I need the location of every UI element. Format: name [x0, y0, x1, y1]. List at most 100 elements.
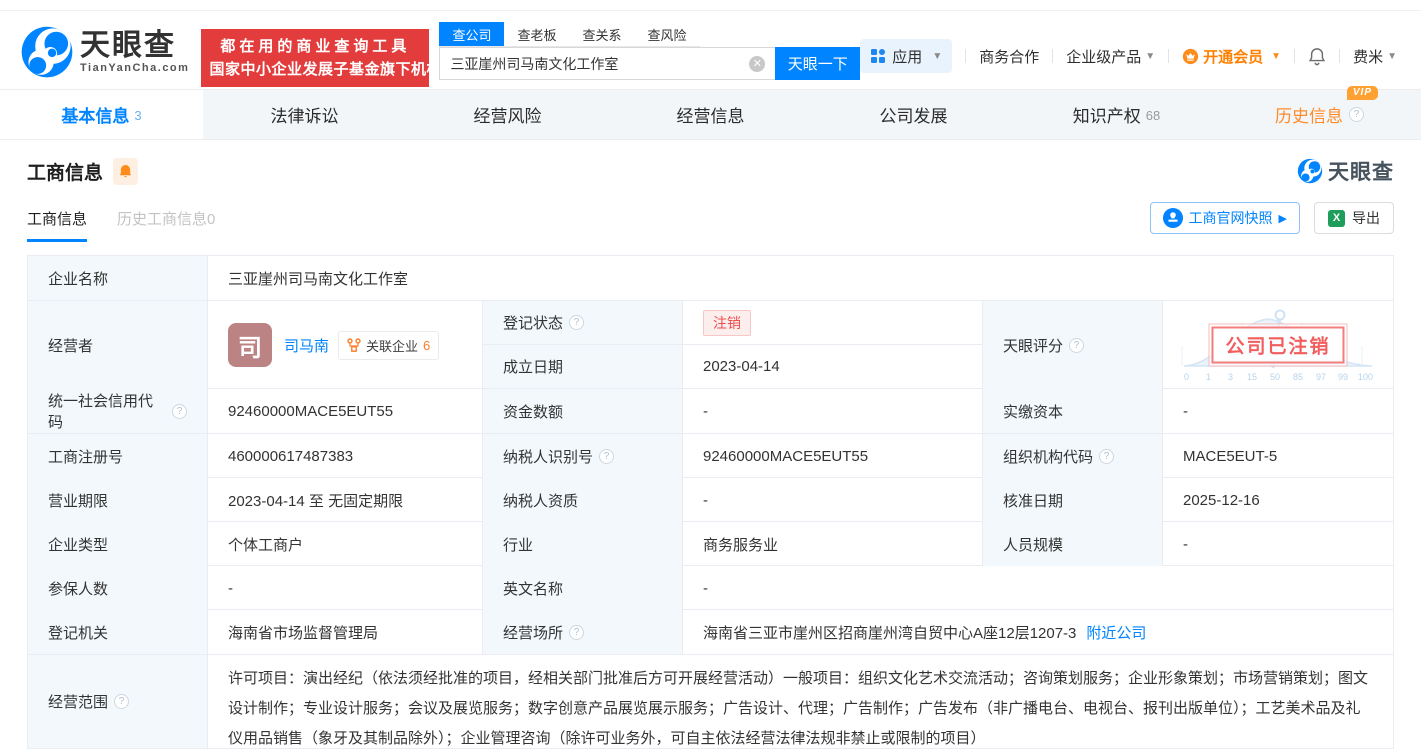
- tab-label: 经营风险: [473, 107, 542, 126]
- clear-icon[interactable]: ✕: [749, 55, 766, 72]
- label-text: 天眼评分: [1003, 337, 1064, 355]
- related-companies-badge[interactable]: 关联企业 6: [338, 330, 440, 360]
- operator-name-link[interactable]: 司马南: [284, 335, 329, 356]
- search-tab-relation[interactable]: 查关系: [569, 22, 634, 46]
- tab-company-development[interactable]: 公司发展: [812, 90, 1015, 139]
- bell-icon: [119, 164, 132, 177]
- related-label: 关联企业: [366, 338, 419, 354]
- svg-text:99: 99: [1338, 372, 1348, 382]
- help-icon[interactable]: ?: [1069, 337, 1085, 353]
- score-chart-cell: 0 1 3 15 50 85 97 99 100 公司已注销: [1163, 301, 1393, 389]
- export-label: 导出: [1352, 210, 1380, 226]
- field-label-taxpayer-id: 纳税人识别号 ?: [483, 434, 683, 478]
- label-text: 登记状态: [503, 315, 564, 332]
- apps-label: 应用: [892, 48, 923, 66]
- subscribe-bell-button[interactable]: [113, 157, 139, 185]
- top-navigation: 应用 ▼ 商务合作 企业级产品 ▼ 开通会员 ▼ 费米 ▼: [860, 39, 1397, 73]
- help-icon[interactable]: ?: [1349, 107, 1364, 122]
- brand-domain: TianYanCha.com: [80, 62, 190, 74]
- export-button[interactable]: X 导出: [1314, 202, 1394, 234]
- search-tab-boss[interactable]: 查老板: [504, 22, 569, 46]
- tab-basic-info[interactable]: 基本信息 3: [0, 90, 203, 139]
- subtab-business-info[interactable]: 工商信息: [27, 208, 88, 242]
- field-label-business-address: 经营场所 ?: [483, 610, 683, 654]
- chevron-down-icon: ▼: [1145, 50, 1156, 62]
- field-value-business-address: 海南省三亚市崖州区招商崖州湾自贸中心A座12层1207-3 附近公司: [683, 610, 1393, 654]
- tab-label: 历史信息: [1275, 107, 1343, 126]
- field-value-industry: 商务服务业: [683, 522, 983, 566]
- label-text: 纳税人识别号: [503, 448, 594, 466]
- search-box: ✕: [439, 47, 776, 80]
- search-tab-risk[interactable]: 查风险: [634, 22, 699, 46]
- help-icon[interactable]: ?: [569, 624, 585, 640]
- nav-enterprise-products[interactable]: 企业级产品 ▼: [1066, 46, 1155, 67]
- tab-operation-risk[interactable]: 经营风险: [406, 90, 609, 139]
- brand-name: 天眼查: [1328, 161, 1394, 184]
- tab-label: 知识产权: [1072, 107, 1141, 126]
- field-value-capital: -: [683, 389, 983, 433]
- official-snapshot-button[interactable]: 工商官网快照 ▶: [1149, 202, 1300, 234]
- help-icon[interactable]: ?: [114, 694, 130, 709]
- user-menu[interactable]: 费米 ▼: [1353, 46, 1397, 67]
- subtab-history-business-info[interactable]: 历史工商信息0: [117, 208, 215, 242]
- search-input[interactable]: [450, 55, 750, 72]
- related-count: 6: [423, 337, 431, 353]
- table-row: 统一社会信用代码 ? 92460000MACE5EUT55 资金数额 - 实缴资…: [28, 389, 1393, 434]
- tab-history-info[interactable]: 历史信息 VIP ?: [1218, 86, 1421, 139]
- notifications-button[interactable]: [1308, 47, 1326, 66]
- field-label-paid-capital: 实缴资本: [983, 389, 1163, 433]
- field-label-establish-date: 成立日期: [483, 345, 683, 388]
- field-label-score: 天眼评分 ?: [983, 301, 1163, 389]
- table-row: 经营范围 ? 许可项目：演出经纪（依法须经批准的项目，经相关部门批准后方可开展经…: [28, 655, 1393, 748]
- svg-text:97: 97: [1316, 372, 1326, 382]
- apps-menu[interactable]: 应用 ▼: [860, 39, 953, 73]
- nav-cooperation[interactable]: 商务合作: [979, 46, 1039, 67]
- field-value-taxpayer-quality: -: [683, 478, 983, 522]
- tab-intellectual-property[interactable]: 知识产权 68: [1015, 90, 1218, 139]
- crown-icon: [1183, 48, 1199, 64]
- field-label-company-name: 企业名称: [28, 256, 208, 300]
- field-value-insured-count: -: [208, 566, 483, 610]
- tab-count: 3: [134, 108, 142, 123]
- tianyancha-logo-icon: [1297, 158, 1323, 184]
- svg-text:1: 1: [1206, 372, 1211, 382]
- help-icon[interactable]: ?: [569, 315, 585, 330]
- field-value-reg-status: 注销: [683, 301, 983, 344]
- chevron-down-icon: ▼: [932, 50, 943, 62]
- search-area: 查公司 查老板 查关系 查风险 ✕ 天眼一下: [439, 22, 861, 80]
- tab-label: 基本信息: [61, 107, 130, 126]
- tab-legal-litigation[interactable]: 法律诉讼: [203, 90, 406, 139]
- enterprise-label: 企业级产品: [1066, 48, 1142, 66]
- nearby-companies-link[interactable]: 附近公司: [1086, 622, 1146, 643]
- tianyancha-logo-icon: [20, 25, 74, 79]
- table-row: 企业类型 个体工商户 行业 商务服务业 人员规模 -: [28, 522, 1393, 566]
- table-row: 参保人数 - 英文名称 -: [28, 566, 1393, 610]
- field-label-taxpayer-quality: 纳税人资质: [483, 478, 683, 522]
- field-label-insured-count: 参保人数: [28, 566, 208, 610]
- chevron-down-icon: ▼: [1271, 50, 1282, 62]
- avatar[interactable]: 司: [228, 323, 272, 367]
- promo-banner: 都在用的商业查询工具 国家中小企业发展子基金旗下机构: [201, 29, 441, 87]
- app-grid-icon: [871, 49, 886, 63]
- field-label-industry: 行业: [483, 522, 683, 566]
- tab-operation-info[interactable]: 经营信息: [609, 90, 812, 139]
- vip-badge: VIP: [1346, 86, 1378, 100]
- field-label-org-code: 组织机构代码 ?: [983, 434, 1163, 478]
- label-text: 统一社会信用代码: [48, 393, 154, 431]
- table-row: 经营者 司 司马南 关联企业 6 登记状态 ? 注销 成立日期 2023-04-…: [28, 301, 1393, 389]
- search-button[interactable]: 天眼一下: [775, 47, 861, 80]
- help-icon[interactable]: ?: [599, 448, 615, 464]
- field-value-reg-number: 460000617487383: [208, 434, 483, 478]
- field-value-credit-code: 92460000MACE5EUT55: [208, 389, 483, 433]
- help-icon[interactable]: ?: [172, 403, 187, 419]
- field-label-reg-authority: 登记机关: [28, 610, 208, 654]
- business-info-table: 企业名称 三亚崖州司马南文化工作室 经营者 司 司马南 关联企业 6 登记状态 …: [27, 255, 1394, 749]
- help-icon[interactable]: ?: [1099, 448, 1115, 464]
- tianyancha-logo[interactable]: 天眼查 TianYanCha.com: [20, 25, 189, 79]
- nav-open-vip[interactable]: 开通会员 ▼: [1182, 46, 1281, 67]
- vip-label: 开通会员: [1203, 48, 1264, 66]
- brand-name: 天眼查: [80, 29, 176, 62]
- site-header: 天眼查 TianYanCha.com 都在用的商业查询工具 国家中小企业发展子基…: [0, 11, 1421, 90]
- field-value-approval-date: 2025-12-16: [1183, 491, 1260, 509]
- search-tab-company[interactable]: 查公司: [439, 22, 505, 46]
